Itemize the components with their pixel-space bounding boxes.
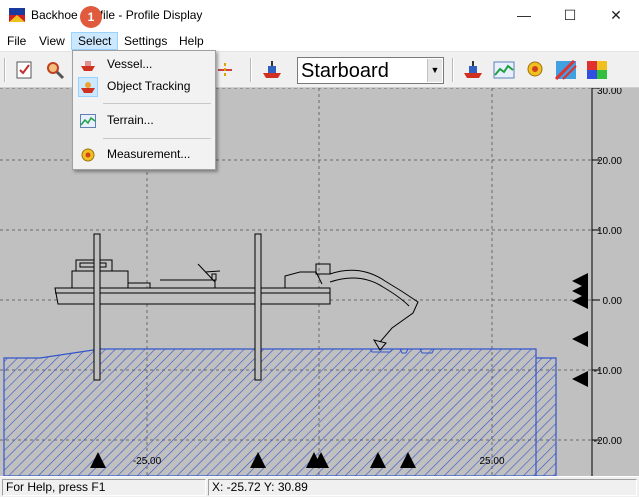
terrain-icon[interactable] xyxy=(491,57,517,83)
menu-select[interactable]: Select xyxy=(71,32,119,50)
step-badge: 1 xyxy=(80,6,102,28)
menu-item-terrain[interactable]: Terrain... xyxy=(75,110,213,132)
terrain xyxy=(3,348,557,476)
menu-item-object-tracking[interactable]: Object Tracking xyxy=(75,76,213,98)
status-help: For Help, press F1 xyxy=(2,479,206,496)
color-grid-icon[interactable] xyxy=(584,57,610,83)
menu-item-label: Vessel... xyxy=(107,57,153,71)
menu-item-label: Measurement... xyxy=(107,147,191,161)
measurement-icon xyxy=(78,145,98,165)
toolbar-separator xyxy=(4,58,6,82)
menu-settings[interactable]: Settings xyxy=(118,32,173,50)
y-axis-label: -10.00 xyxy=(594,366,623,377)
app-icon xyxy=(9,8,25,22)
minimize-button[interactable]: — xyxy=(501,0,547,31)
measurement-icon[interactable] xyxy=(522,57,548,83)
window-title: Backhoe Profile - Profile Display xyxy=(31,8,203,22)
menu-separator xyxy=(103,103,211,104)
vessel-icon-2[interactable] xyxy=(460,57,486,83)
menu-help[interactable]: Help xyxy=(173,32,210,50)
close-button[interactable]: ✕ xyxy=(593,0,639,31)
hatch-icon[interactable] xyxy=(553,57,579,83)
select-menu-dropdown: Vessel... Object Tracking Terrain... Mea… xyxy=(72,50,216,170)
y-axis-label: 0.00 xyxy=(603,296,623,307)
toolbar-separator xyxy=(452,58,454,82)
status-bar: For Help, press F1 X: -25.72 Y: 30.89 xyxy=(0,476,639,497)
menu-item-label: Object Tracking xyxy=(107,79,191,93)
chevron-down-icon[interactable]: ▼ xyxy=(427,59,442,82)
backhoe-vessel xyxy=(54,250,419,351)
toolbar-separator xyxy=(250,58,252,82)
checklist-icon[interactable] xyxy=(11,57,37,83)
menu-file[interactable]: File xyxy=(1,32,32,50)
menu-item-vessel[interactable]: Vessel... xyxy=(75,54,213,76)
menu-view[interactable]: View xyxy=(33,32,71,50)
x-axis-label: -25.00 xyxy=(133,456,162,467)
menu-item-measurement[interactable]: Measurement... xyxy=(75,144,213,166)
view-direction-value: Starboard xyxy=(301,60,389,82)
menu-item-label: Terrain... xyxy=(107,113,154,127)
y-axis-label: 30.00 xyxy=(597,88,622,97)
spud-right xyxy=(254,233,262,381)
tracking-icon xyxy=(78,77,98,97)
spud-left xyxy=(93,233,101,381)
x-axis-label: 25.00 xyxy=(479,456,504,467)
status-coords: X: -25.72 Y: 30.89 xyxy=(208,479,637,496)
menu-separator xyxy=(103,138,211,139)
title-bar: Backhoe Profile - Profile Display 1 — ☐ … xyxy=(0,0,639,31)
maximize-button[interactable]: ☐ xyxy=(547,0,593,31)
vessel-icon xyxy=(78,55,98,75)
vessel-tool-icon[interactable] xyxy=(259,57,285,83)
terrain-icon xyxy=(78,111,98,131)
y-axis-label: 10.00 xyxy=(597,226,622,237)
zoom-icon[interactable] xyxy=(42,57,68,83)
menu-bar: File View Select Settings Help xyxy=(0,31,639,51)
y-axis-label: -20.00 xyxy=(594,436,623,447)
y-axis-area xyxy=(592,88,639,476)
y-axis-label: 20.00 xyxy=(597,156,622,167)
view-direction-select[interactable]: Starboard ▼ xyxy=(297,57,444,84)
